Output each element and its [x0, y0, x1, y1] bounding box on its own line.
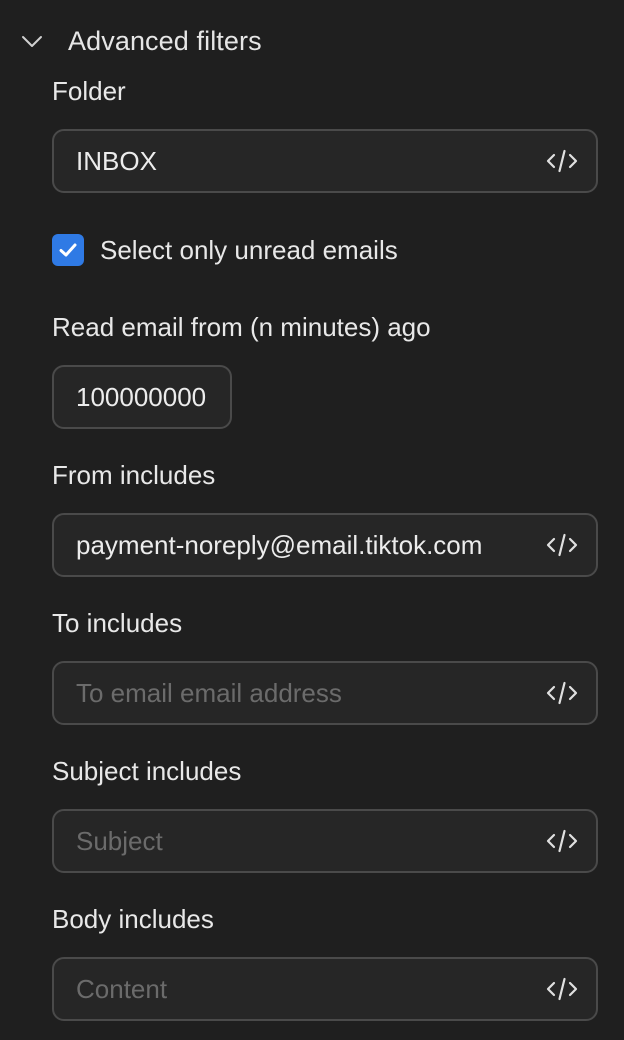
code-icon[interactable] [528, 131, 596, 191]
section-title: Advanced filters [68, 25, 262, 56]
to-field[interactable]: To email email address [52, 661, 598, 725]
from-value[interactable]: payment-noreply@email.tiktok.com [54, 530, 512, 561]
from-label: From includes [52, 460, 216, 490]
body-field[interactable]: Content [52, 957, 598, 1021]
code-icon[interactable] [528, 959, 596, 1019]
minutes-input[interactable]: 100000000 [52, 365, 232, 429]
unread-checkbox-row[interactable]: Select only unread emails [52, 234, 398, 266]
body-placeholder[interactable]: Content [54, 974, 512, 1005]
chevron-down-icon [20, 29, 44, 53]
subject-label: Subject includes [52, 756, 242, 786]
to-label: To includes [52, 608, 183, 638]
minutes-value[interactable]: 100000000 [54, 382, 210, 413]
body-label: Body includes [52, 904, 214, 934]
minutes-label: Read email from (n minutes) ago [52, 312, 431, 342]
folder-field[interactable]: INBOX [52, 129, 598, 193]
unread-checkbox[interactable] [52, 234, 84, 266]
code-icon[interactable] [528, 811, 596, 871]
from-field[interactable]: payment-noreply@email.tiktok.com [52, 513, 598, 577]
unread-checkbox-label: Select only unread emails [100, 234, 398, 265]
advanced-filters-toggle[interactable]: Advanced filters [20, 22, 262, 60]
code-icon[interactable] [528, 515, 596, 575]
subject-field[interactable]: Subject [52, 809, 598, 873]
folder-value[interactable]: INBOX [54, 146, 512, 177]
folder-label: Folder [52, 76, 126, 106]
to-placeholder[interactable]: To email email address [54, 678, 512, 709]
subject-placeholder[interactable]: Subject [54, 826, 512, 857]
checkmark-icon [59, 243, 77, 257]
code-icon[interactable] [528, 663, 596, 723]
